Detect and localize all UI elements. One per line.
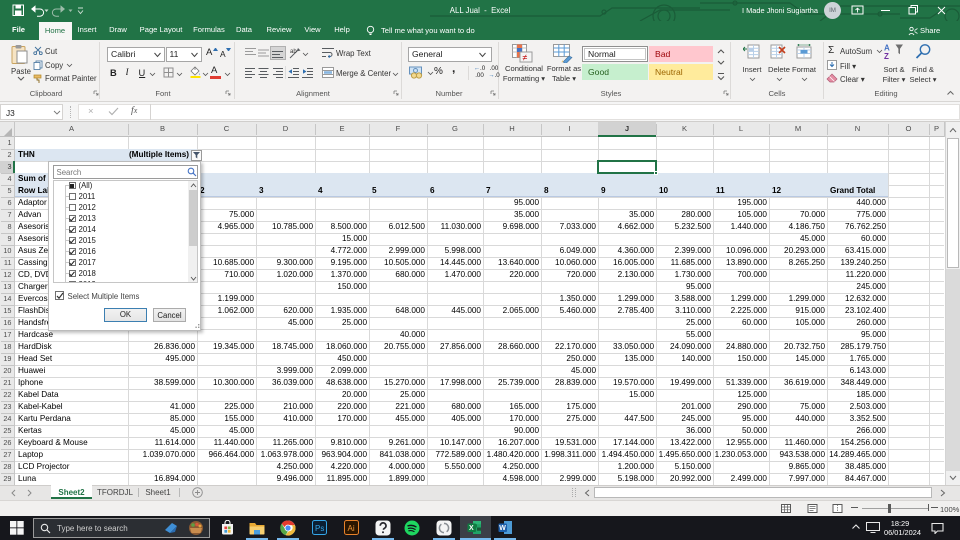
svg-text:≠: ≠ [523,53,528,63]
svg-text:Ai: Ai [348,524,355,533]
svg-text:W: W [499,525,506,532]
svg-text:ab: ab [290,49,297,55]
svg-text:X: X [469,525,474,532]
svg-text:Ps: Ps [315,524,324,533]
svg-text:Z: Z [884,52,889,60]
